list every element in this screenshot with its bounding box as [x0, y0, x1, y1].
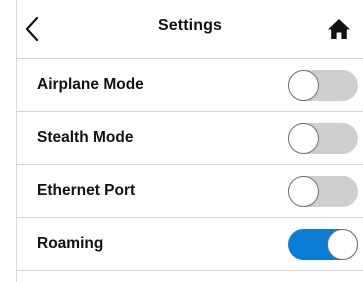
- setting-label: Roaming: [37, 235, 104, 252]
- setting-label: Ethernet Port: [37, 182, 136, 199]
- roaming-toggle[interactable]: [288, 229, 358, 260]
- settings-screen: Settings Airplane Mode Stealth Mode Ethe…: [0, 0, 363, 282]
- toggle-knob: [288, 176, 319, 207]
- setting-row-ethernet-port: Ethernet Port: [17, 165, 363, 218]
- home-icon: [328, 19, 350, 39]
- stealth-mode-toggle[interactable]: [288, 123, 358, 154]
- setting-label: Stealth Mode: [37, 129, 134, 146]
- toggle-knob: [288, 123, 319, 154]
- airplane-mode-toggle[interactable]: [288, 70, 358, 101]
- home-button[interactable]: [327, 17, 351, 41]
- toggle-knob: [288, 70, 319, 101]
- setting-row-roaming: Roaming: [17, 218, 363, 271]
- setting-row-airplane-mode: Airplane Mode: [17, 59, 363, 112]
- page-title: Settings: [158, 17, 222, 34]
- ethernet-port-toggle[interactable]: [288, 176, 358, 207]
- toggle-knob: [327, 229, 358, 260]
- header-bar: Settings: [17, 0, 363, 59]
- setting-label: Airplane Mode: [37, 76, 144, 93]
- setting-row-stealth-mode: Stealth Mode: [17, 112, 363, 165]
